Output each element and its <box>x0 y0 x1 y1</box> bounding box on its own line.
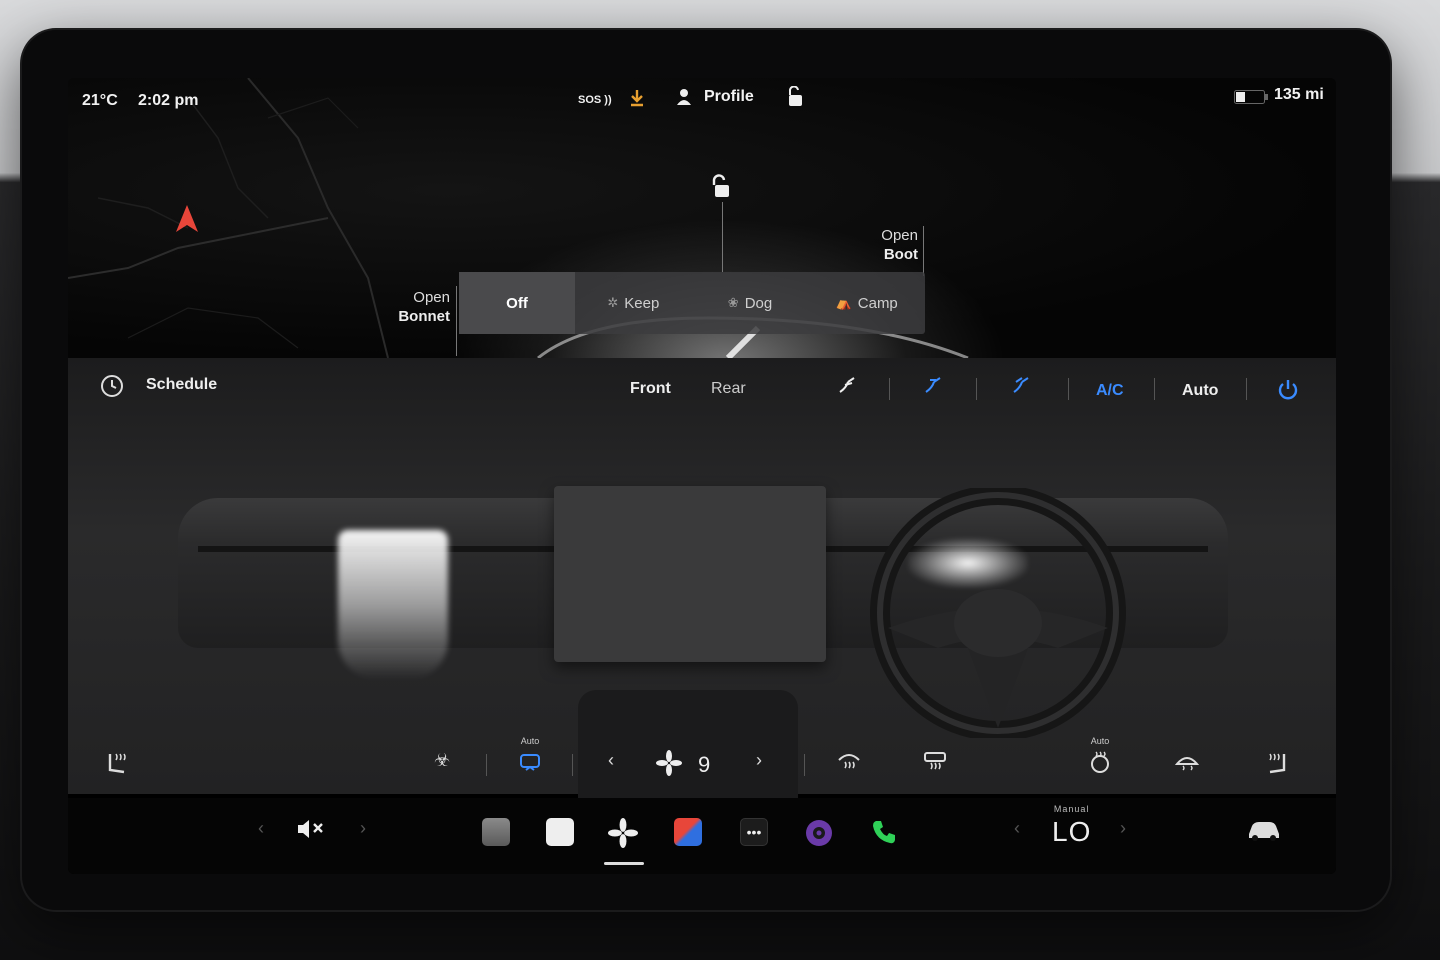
open-boot-line1: Open <box>881 227 918 244</box>
open-boot-line2: Boot <box>883 246 918 263</box>
cabin-temperature-display[interactable]: Manual LO <box>1052 804 1092 848</box>
bonnet-connector-line <box>456 286 457 356</box>
climate-top-bar: Schedule Front Rear A/C Auto <box>68 358 1336 414</box>
steering-wheel-heater-button[interactable]: Auto <box>1088 736 1112 779</box>
airflow-windscreen-icon[interactable] <box>1010 374 1032 401</box>
keep-climate-mode-selector: Off ✲ Keep ❀ Dog ⛺ Camp <box>459 272 925 334</box>
separator <box>1154 378 1155 400</box>
navigation-app-icon[interactable] <box>674 818 702 846</box>
separator <box>572 754 573 776</box>
volume-increase-button[interactable]: › <box>360 818 366 839</box>
media-app-icon[interactable] <box>482 818 510 846</box>
rear-defrost-icon[interactable] <box>922 750 948 777</box>
climate-fan-app-icon[interactable] <box>608 818 638 853</box>
camera-app-icon[interactable] <box>804 818 834 853</box>
phone-app-icon[interactable] <box>870 818 898 851</box>
volume-decrease-button[interactable]: ‹ <box>258 818 264 839</box>
clock-schedule-icon[interactable] <box>100 374 124 403</box>
airflow-feet-icon[interactable] <box>922 374 944 401</box>
climate-bottom-controls: ☣ Auto ‹ 9 › Auto <box>68 736 1336 794</box>
notes-app-icon[interactable] <box>546 818 574 846</box>
separator <box>804 754 805 776</box>
climate-power-icon[interactable] <box>1276 378 1300 407</box>
mode-camp-button[interactable]: ⛺ Camp <box>808 272 925 334</box>
separator <box>486 754 487 776</box>
passenger-airflow-visual <box>338 530 448 680</box>
tent-icon: ⛺ <box>835 295 852 310</box>
bottom-dock: ‹ › ••• ‹ Manual LO › <box>68 798 1336 874</box>
car-controls-icon[interactable] <box>1246 818 1282 847</box>
active-app-indicator <box>604 862 644 865</box>
fan-increase-button[interactable]: › <box>756 750 762 771</box>
airflow-face-icon[interactable] <box>836 374 858 401</box>
lock-connector-line <box>722 202 723 272</box>
temperature-value: LO <box>1052 816 1092 847</box>
mode-off-label: Off <box>506 294 528 312</box>
separator <box>1246 378 1247 400</box>
separator <box>889 378 890 400</box>
separator <box>1068 378 1069 400</box>
rear-zone-tab[interactable]: Rear <box>711 380 746 398</box>
temperature-mode-label: Manual <box>1053 804 1090 814</box>
separator <box>976 378 977 400</box>
bioweapon-defense-icon[interactable]: ☣ <box>434 750 450 771</box>
front-defrost-icon[interactable] <box>836 750 862 777</box>
open-bonnet-line1: Open <box>413 289 450 306</box>
fan-icon <box>656 750 682 781</box>
map-view[interactable]: 21°C 2:02 pm SOS )) Profile 135 mi Open … <box>68 78 1336 378</box>
mode-dog-button[interactable]: ❀ Dog <box>692 272 809 334</box>
left-seat-heater-icon[interactable] <box>104 750 132 783</box>
recirculation-button[interactable]: Auto <box>518 736 542 779</box>
mode-off-button[interactable]: Off <box>459 272 575 334</box>
steering-heat-mode-label: Auto <box>1090 736 1110 746</box>
schedule-button[interactable]: Schedule <box>146 376 217 394</box>
open-bonnet-line2: Bonnet <box>398 308 450 325</box>
more-apps-icon[interactable]: ••• <box>740 818 768 846</box>
mode-camp-label: Camp <box>857 294 898 312</box>
mode-keep-button[interactable]: ✲ Keep <box>575 272 692 334</box>
paw-icon: ❀ <box>727 295 739 310</box>
open-bonnet-button[interactable]: Open Bonnet <box>368 288 450 326</box>
recirculation-icon <box>520 754 540 771</box>
steering-wheel-illustration <box>858 485 1148 743</box>
wiper-defrost-icon[interactable] <box>1174 750 1200 777</box>
recirc-mode-label: Auto <box>520 736 540 746</box>
fan-keep-icon: ✲ <box>607 295 619 310</box>
touchscreen: 21°C 2:02 pm SOS )) Profile 135 mi Open … <box>68 78 1336 874</box>
boot-connector-line <box>923 226 924 276</box>
mode-dog-label: Dog <box>744 294 773 312</box>
auto-climate-toggle[interactable]: Auto <box>1182 382 1218 400</box>
climate-panel: Schedule Front Rear A/C Auto ☣ Auto ‹ 9 … <box>68 358 1336 800</box>
temperature-decrease-button[interactable]: ‹ <box>1014 818 1020 839</box>
volume-mute-icon[interactable] <box>296 818 326 845</box>
right-seat-heater-icon[interactable] <box>1262 750 1290 783</box>
center-display-illustration <box>554 486 826 662</box>
steering-heater-icon <box>1091 751 1109 773</box>
fan-decrease-button[interactable]: ‹ <box>608 750 614 771</box>
front-zone-tab[interactable]: Front <box>630 380 671 398</box>
mode-keep-label: Keep <box>624 294 660 312</box>
temperature-increase-button[interactable]: › <box>1120 818 1126 839</box>
fan-speed-value: 9 <box>698 752 711 777</box>
ac-toggle[interactable]: A/C <box>1096 382 1124 400</box>
open-boot-button[interactable]: Open Boot <box>838 226 918 264</box>
